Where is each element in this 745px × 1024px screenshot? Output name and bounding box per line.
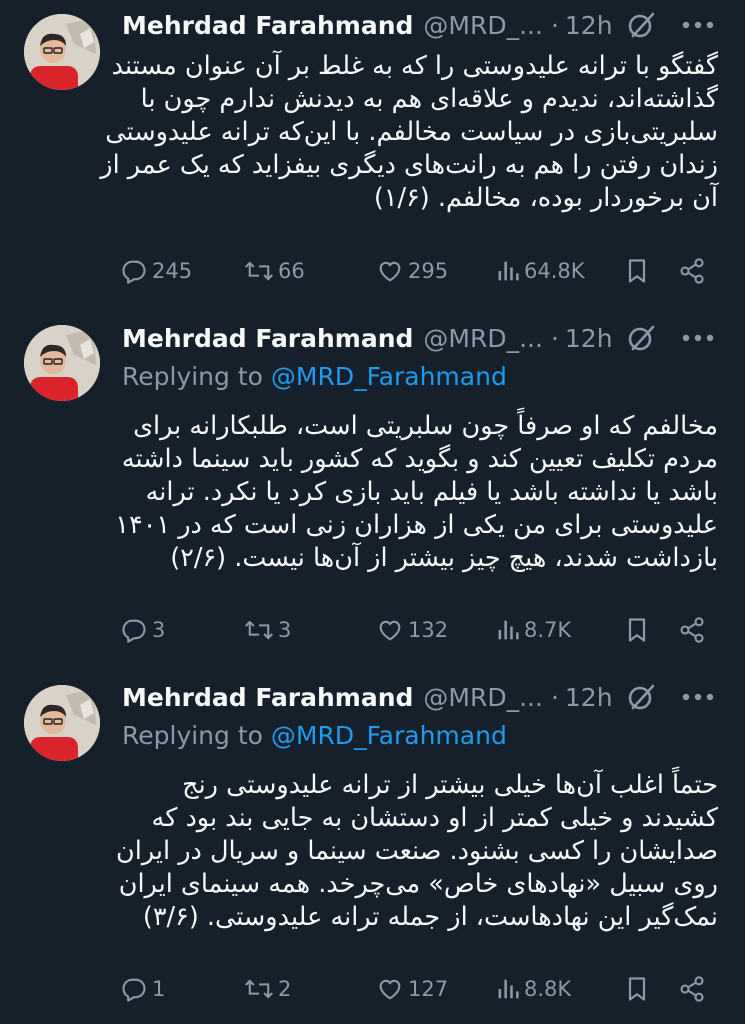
- author-handle[interactable]: @MRD_...: [423, 683, 543, 712]
- share-icon: [680, 258, 704, 284]
- views-icon: [498, 979, 519, 999]
- tweet-header: Mehrdad Farahmand @MRD_... · 12h: [122, 680, 613, 714]
- reply-button[interactable]: 245: [120, 254, 192, 288]
- bookmark-icon: [628, 259, 646, 283]
- repost-button[interactable]: 2: [244, 972, 291, 1006]
- replying-to: Replying to @MRD_Farahmand: [122, 362, 507, 391]
- share-button[interactable]: [678, 972, 710, 1006]
- mention-link[interactable]: @MRD_Farahmand: [271, 721, 507, 750]
- tweet-header: Mehrdad Farahmand @MRD_... · 12h: [122, 321, 613, 355]
- author-name[interactable]: Mehrdad Farahmand: [122, 11, 413, 40]
- tweet-actions: 245 66 295 64.8K: [118, 254, 718, 288]
- repost-button[interactable]: 66: [244, 254, 305, 288]
- share-icon: [680, 617, 704, 643]
- separator-dot: ·: [550, 682, 559, 712]
- tweet-actions: 1 2 127 8.8K: [118, 972, 718, 1006]
- more-icon[interactable]: [678, 321, 718, 355]
- reply-count: 245: [152, 259, 193, 283]
- tweet-text-line: صدایشان را کسی بشنود. صنعت سینما و سریال…: [116, 836, 718, 866]
- repost-icon: [244, 620, 274, 640]
- bookmark-button[interactable]: [624, 613, 654, 647]
- reply-icon: [122, 978, 146, 1002]
- avatar[interactable]: [24, 14, 100, 90]
- grok-icon[interactable]: [625, 321, 659, 355]
- tweet-text-line: حتماً اغلب آن‌ها خیلی بیشتر از ترانه علی…: [182, 770, 718, 800]
- bookmark-button[interactable]: [624, 972, 654, 1006]
- replying-to: Replying to @MRD_Farahmand: [122, 721, 507, 750]
- views-button[interactable]: 8.8K: [496, 972, 571, 1006]
- bookmark-icon: [628, 618, 646, 642]
- timestamp[interactable]: 12h: [565, 324, 613, 353]
- more-icon[interactable]: [678, 8, 718, 42]
- views-count: 64.8K: [524, 259, 585, 283]
- timestamp[interactable]: 12h: [565, 11, 613, 40]
- bookmark-icon: [628, 977, 646, 1001]
- tweet-text-line: نمک‌گیر این نهادهاست، از جمله ترانه علید…: [142, 902, 718, 932]
- repost-count: 3: [278, 618, 292, 642]
- repost-count: 66: [278, 259, 305, 283]
- views-icon: [498, 620, 519, 640]
- share-icon: [680, 976, 704, 1002]
- reply-button[interactable]: 3: [120, 613, 165, 647]
- repost-button[interactable]: 3: [244, 613, 291, 647]
- views-count: 8.7K: [524, 618, 572, 642]
- author-name[interactable]: Mehrdad Farahmand: [122, 683, 413, 712]
- views-button[interactable]: 8.7K: [496, 613, 571, 647]
- repost-count: 2: [278, 977, 292, 1001]
- tweet-text-line: علیدوستی برای من یکی از هزاران زنی است ک…: [115, 510, 718, 540]
- more-icon[interactable]: [678, 680, 718, 714]
- tweet-text: گفتگو با ترانه علیدوستی را که به غلط بر …: [100, 50, 718, 215]
- reply-count: 3: [152, 618, 166, 642]
- avatar[interactable]: [24, 685, 100, 761]
- tweet-actions: 3 3 132 8.7K: [118, 613, 718, 647]
- separator-dot: ·: [550, 323, 559, 353]
- tweet-text: مخالفم که او صرفاً چون سلبریتی است، طلبک…: [115, 410, 718, 575]
- grok-icon[interactable]: [625, 8, 659, 42]
- like-count: 295: [408, 259, 449, 283]
- share-button[interactable]: [678, 613, 710, 647]
- tweet-text-line: سلبریتی‌بازی در سیاست مخالفم. با این‌که …: [105, 117, 718, 147]
- views-count: 8.8K: [524, 977, 572, 1001]
- tweet-text: حتماً اغلب آن‌ها خیلی بیشتر از ترانه علی…: [115, 769, 718, 934]
- views-icon: [498, 261, 519, 281]
- tweet-header: Mehrdad Farahmand @MRD_... · 12h: [122, 8, 613, 42]
- reply-button[interactable]: 1: [120, 972, 165, 1006]
- tweet-text-line: کشیدند و خیلی کمتر از او دستشان به جایی …: [151, 803, 718, 833]
- author-handle[interactable]: @MRD_...: [423, 11, 543, 40]
- bookmark-button[interactable]: [624, 254, 654, 288]
- tweet-text-line: آن برخوردار بوده، مخالفم. (۱/۶): [373, 183, 718, 213]
- like-button[interactable]: 127: [376, 972, 448, 1006]
- avatar[interactable]: [24, 325, 100, 401]
- tweet-text-line: مردم تکلیف تعیین کند و بگوید که کشور بای…: [121, 444, 718, 474]
- reply-icon: [122, 619, 146, 643]
- like-count: 127: [408, 977, 449, 1001]
- grok-icon[interactable]: [625, 680, 659, 714]
- tweet-text-line: باشد یا نداشته باشد یا فیلم باید بازی کر…: [145, 477, 718, 507]
- views-button[interactable]: 64.8K: [496, 254, 585, 288]
- replying-label: Replying to: [122, 362, 271, 391]
- author-handle[interactable]: @MRD_...: [423, 324, 543, 353]
- replying-label: Replying to: [122, 721, 271, 750]
- like-button[interactable]: 295: [376, 254, 448, 288]
- author-name[interactable]: Mehrdad Farahmand: [122, 324, 413, 353]
- separator-dot: ·: [550, 10, 559, 40]
- like-icon: [379, 620, 401, 641]
- repost-icon: [244, 979, 274, 999]
- tweet-text-line: گذاشته‌اند، ندیدم و علاقه‌ای هم به دیدنش…: [140, 84, 718, 114]
- tweet-text-line: گفتگو با ترانه علیدوستی را که به غلط بر …: [111, 51, 718, 81]
- tweet-text-line: مخالفم که او صرفاً چون سلبریتی است، طلبک…: [133, 411, 718, 441]
- reply-count: 1: [152, 977, 166, 1001]
- like-icon: [379, 261, 401, 282]
- share-button[interactable]: [678, 254, 710, 288]
- reply-icon: [122, 260, 146, 284]
- like-count: 132: [408, 618, 449, 642]
- tweet-text-line: زندان رفتن را هم به رانت‌های دیگری بیفزا…: [100, 150, 718, 180]
- like-icon: [379, 979, 401, 1000]
- timestamp[interactable]: 12h: [565, 683, 613, 712]
- mention-link[interactable]: @MRD_Farahmand: [271, 362, 507, 391]
- tweet-text-line: بازداشت شدند، هیچ چیز بیشتر از آن‌ها نیس…: [170, 543, 718, 573]
- repost-icon: [244, 261, 274, 281]
- tweet-text-line: روی سبیل «نهادهای خاص» می‌چرخد. همه سینم…: [118, 869, 718, 899]
- like-button[interactable]: 132: [376, 613, 448, 647]
